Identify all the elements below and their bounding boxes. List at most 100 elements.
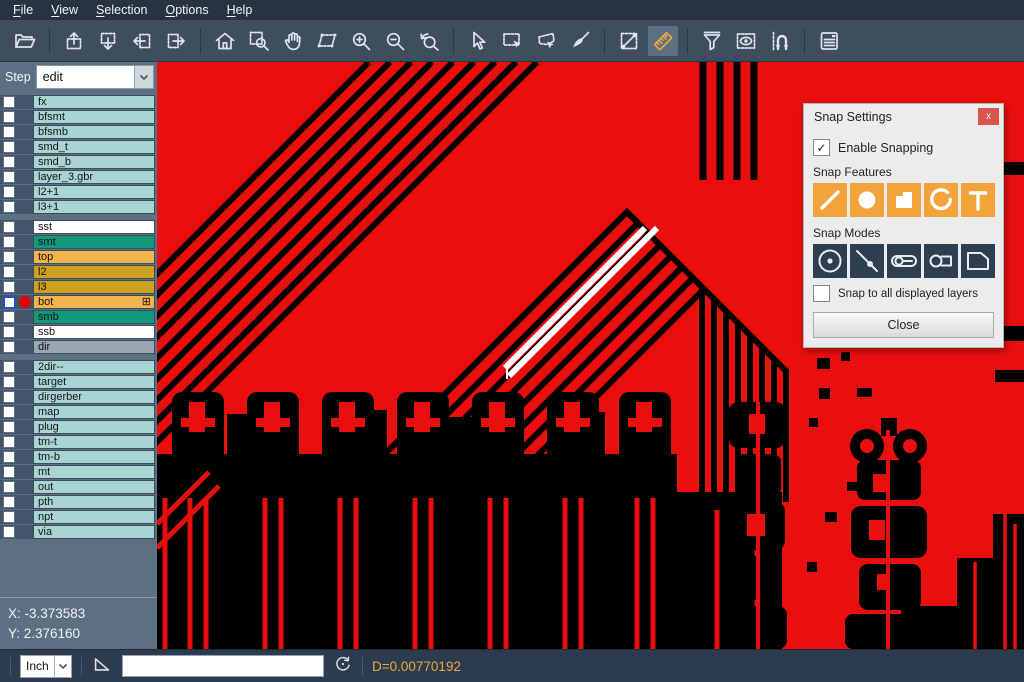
layer-row-l3+1[interactable]: l3+1 (0, 200, 157, 214)
layer-row-fx[interactable]: fx (0, 95, 157, 109)
home-view-button[interactable] (210, 26, 240, 56)
layer-visibility-checkbox[interactable] (3, 526, 15, 538)
layer-row-bot[interactable]: bot⊞ (0, 295, 157, 309)
layer-label[interactable]: via (33, 525, 155, 539)
dialog-close-icon[interactable]: x (978, 108, 999, 125)
layer-row-dir[interactable]: dir (0, 340, 157, 354)
menu-item-view[interactable]: View (42, 1, 87, 19)
layer-label[interactable]: smt (33, 235, 155, 249)
layer-visibility-checkbox[interactable] (3, 326, 15, 338)
layer-label[interactable]: dir (33, 340, 155, 354)
layer-row-tm-t[interactable]: tm-t (0, 435, 157, 449)
layer-row-smd_t[interactable]: smd_t (0, 140, 157, 154)
zoom-out-button[interactable] (380, 26, 410, 56)
layer-row-bfsmt[interactable]: bfsmt (0, 110, 157, 124)
layer-visibility-checkbox[interactable] (3, 466, 15, 478)
layer-label[interactable]: pth (33, 495, 155, 509)
layers-panel-button[interactable] (814, 26, 844, 56)
layer-label[interactable]: fx (33, 95, 155, 109)
layer-row-top[interactable]: top (0, 250, 157, 264)
layer-row-l2[interactable]: l2 (0, 265, 157, 279)
layer-label[interactable]: out (33, 480, 155, 494)
layer-row-ssb[interactable]: ssb (0, 325, 157, 339)
layer-visibility-checkbox[interactable] (3, 171, 15, 183)
layer-row-via[interactable]: via (0, 525, 157, 539)
view-region-button[interactable] (731, 26, 761, 56)
layer-visibility-checkbox[interactable] (3, 266, 15, 278)
layer-visibility-checkbox[interactable] (3, 201, 15, 213)
pan-down-button[interactable] (93, 26, 123, 56)
layer-visibility-checkbox[interactable] (3, 141, 15, 153)
layer-label[interactable]: smd_b (33, 155, 155, 169)
zoom-polygon-button[interactable] (312, 26, 342, 56)
layer-label[interactable]: l3+1 (33, 200, 155, 214)
layer-label[interactable]: plug (33, 420, 155, 434)
layer-label[interactable]: sst (33, 220, 155, 234)
layer-visibility-checkbox[interactable] (3, 221, 15, 233)
layer-visibility-checkbox[interactable] (3, 496, 15, 508)
layer-label[interactable]: bfsmt (33, 110, 155, 124)
menu-item-selection[interactable]: Selection (87, 1, 156, 19)
layer-visibility-checkbox[interactable] (3, 511, 15, 523)
layer-visibility-checkbox[interactable] (3, 436, 15, 448)
snap-mode-symbol-key-button[interactable] (924, 244, 958, 278)
pan-up-button[interactable] (59, 26, 89, 56)
snap-feature-pad-button[interactable] (850, 183, 884, 217)
select-rectangle-button[interactable] (497, 26, 527, 56)
zoom-area-button[interactable] (244, 26, 274, 56)
layer-visibility-checkbox[interactable] (3, 126, 15, 138)
layer-visibility-checkbox[interactable] (3, 96, 15, 108)
pcb-canvas[interactable]: Snap Settings x ✓ Enable Snapping Snap F… (157, 62, 1024, 649)
layer-label[interactable]: ssb (33, 325, 155, 339)
zoom-in-button[interactable] (346, 26, 376, 56)
pan-hand-button[interactable] (278, 26, 308, 56)
layer-row-out[interactable]: out (0, 480, 157, 494)
snap-feature-line-button[interactable] (813, 183, 847, 217)
layer-row-l2+1[interactable]: l2+1 (0, 185, 157, 199)
snap-feature-text-button[interactable] (961, 183, 995, 217)
layer-label[interactable]: 2dir-- (33, 360, 155, 374)
menu-item-file[interactable]: File (4, 1, 42, 19)
layer-row-target[interactable]: target (0, 375, 157, 389)
snap-mode-contour-button[interactable] (961, 244, 995, 278)
layer-label[interactable]: bot⊞ (33, 295, 155, 309)
layer-label[interactable]: map (33, 405, 155, 419)
dialog-close-button[interactable]: Close (813, 312, 994, 338)
paint-brush-button[interactable] (565, 26, 595, 56)
measure-points-button[interactable] (614, 26, 644, 56)
layer-row-dirgerber[interactable]: dirgerber (0, 390, 157, 404)
layer-visibility-checkbox[interactable] (3, 391, 15, 403)
layer-label[interactable]: top (33, 250, 155, 264)
menu-item-options[interactable]: Options (156, 1, 217, 19)
layer-label[interactable]: layer_3.gbr (33, 170, 155, 184)
snap-button[interactable] (765, 26, 795, 56)
grid-icon[interactable]: ⊞ (142, 297, 151, 307)
layer-visibility-checkbox[interactable] (3, 421, 15, 433)
snap-all-layers-checkbox[interactable] (813, 285, 830, 302)
ruler-button[interactable] (648, 26, 678, 56)
filter-button[interactable] (697, 26, 727, 56)
layer-row-tm-b[interactable]: tm-b (0, 450, 157, 464)
layer-row-npt[interactable]: npt (0, 510, 157, 524)
layer-visibility-checkbox[interactable] (3, 156, 15, 168)
layer-row-bfsmb[interactable]: bfsmb (0, 125, 157, 139)
select-polygon-button[interactable] (531, 26, 561, 56)
layer-label[interactable]: npt (33, 510, 155, 524)
layer-visibility-checkbox[interactable] (3, 341, 15, 353)
layer-row-layer_3.gbr[interactable]: layer_3.gbr (0, 170, 157, 184)
layer-label[interactable]: tm-b (33, 450, 155, 464)
snap-mode-point-on-line-button[interactable] (850, 244, 884, 278)
layer-label[interactable]: l2+1 (33, 185, 155, 199)
snap-mode-symbol-slot-button[interactable] (887, 244, 921, 278)
layer-label[interactable]: l3 (33, 280, 155, 294)
layer-label[interactable]: tm-t (33, 435, 155, 449)
layer-visibility-checkbox[interactable] (3, 361, 15, 373)
layer-visibility-checkbox[interactable] (3, 376, 15, 388)
layer-row-sst[interactable]: sst (0, 220, 157, 234)
layer-row-mt[interactable]: mt (0, 465, 157, 479)
refresh-icon[interactable] (333, 654, 353, 679)
layer-visibility-checkbox[interactable] (3, 481, 15, 493)
layer-visibility-checkbox[interactable] (3, 236, 15, 248)
layer-row-2dir--[interactable]: 2dir-- (0, 360, 157, 374)
pan-left-button[interactable] (127, 26, 157, 56)
